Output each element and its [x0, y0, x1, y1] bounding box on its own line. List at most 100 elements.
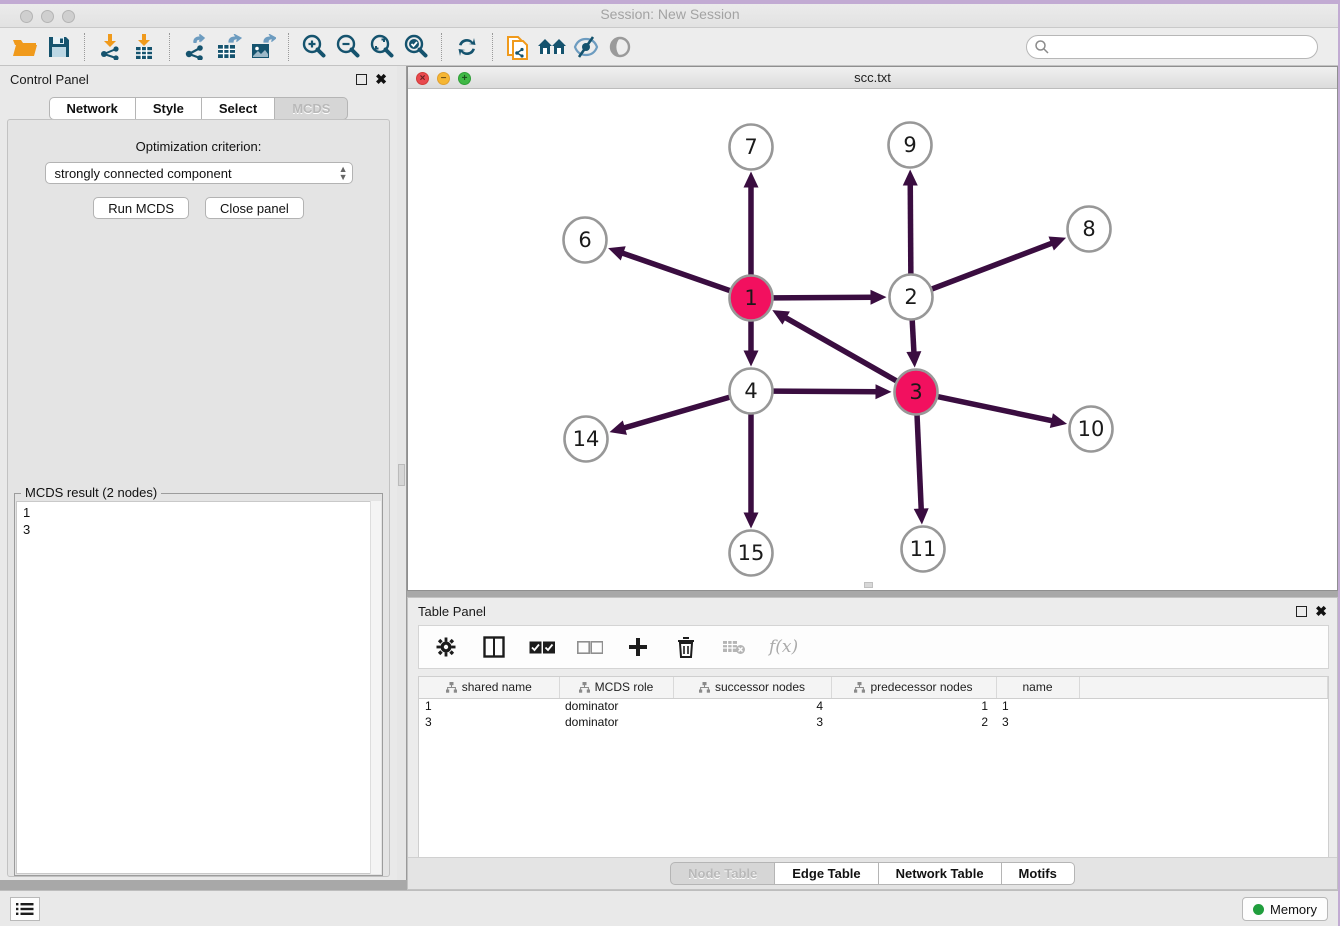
import-table-icon[interactable] [127, 31, 161, 63]
zoom-in-icon[interactable] [297, 31, 331, 63]
graph-node-label: 3 [909, 380, 922, 404]
tab-select[interactable]: Select [202, 97, 275, 120]
open-session-icon[interactable] [8, 31, 42, 63]
edge-arrowhead [744, 513, 759, 529]
float-table-panel-icon[interactable] [1296, 606, 1307, 617]
network-window-titlebar[interactable]: × − + scc.txt [408, 67, 1337, 89]
graph-edge[interactable] [912, 319, 914, 355]
list-icon [16, 902, 34, 916]
network-maximize-button[interactable]: + [458, 72, 471, 85]
zoom-selected-icon[interactable] [399, 31, 433, 63]
optimization-criterion-dropdown[interactable]: strongly connected component ▲▼ [45, 162, 353, 184]
graph-edge[interactable] [621, 397, 729, 429]
column-header[interactable]: shared name [419, 677, 559, 698]
clone-network-icon[interactable] [501, 31, 535, 63]
birds-eye-view-icon[interactable] [603, 31, 637, 63]
graph-edge[interactable] [938, 397, 1055, 422]
export-network-icon[interactable] [178, 31, 212, 63]
graph-edge[interactable] [910, 181, 911, 274]
export-table-icon[interactable] [212, 31, 246, 63]
deselect-all-icon[interactable] [577, 634, 603, 660]
control-panel-tabs: Network Style Select MCDS [0, 97, 397, 120]
graph-edge[interactable] [619, 252, 729, 291]
node-table[interactable]: shared nameMCDS rolesuccessor nodesprede… [418, 676, 1329, 858]
tab-network-table[interactable]: Network Table [879, 862, 1002, 885]
table-cell[interactable]: 1 [419, 698, 559, 714]
toolbar-separator [169, 33, 170, 61]
close-panel-icon[interactable]: ✖ [375, 74, 387, 85]
mcds-result-list[interactable]: 13 [16, 501, 381, 874]
zoom-fit-icon[interactable] [365, 31, 399, 63]
table-cell[interactable]: dominator [559, 714, 673, 730]
splitter-handle[interactable] [398, 464, 405, 486]
network-overview-icon[interactable] [535, 31, 569, 63]
search-input[interactable] [1050, 37, 1317, 57]
tab-network[interactable]: Network [49, 97, 136, 120]
add-column-icon[interactable] [625, 634, 651, 660]
mcds-panel: Optimization criterion: strongly connect… [7, 119, 390, 877]
save-session-icon[interactable] [42, 31, 76, 63]
hierarchy-icon [446, 682, 457, 693]
dropdown-value: strongly connected component [55, 166, 232, 181]
table-row[interactable]: 1dominator411 [419, 698, 1328, 714]
table-cell[interactable]: 3 [996, 714, 1079, 730]
table-cell[interactable]: 3 [673, 714, 831, 730]
table-cell[interactable]: 3 [419, 714, 559, 730]
table-cell[interactable]: 4 [673, 698, 831, 714]
network-graph[interactable]: 1234678910111415 [408, 89, 1337, 590]
graph-node-label: 2 [904, 285, 917, 309]
close-table-panel-icon[interactable]: ✖ [1315, 606, 1327, 617]
zoom-out-icon[interactable] [331, 31, 365, 63]
tab-style[interactable]: Style [136, 97, 202, 120]
search-box[interactable] [1026, 35, 1318, 59]
control-panel: Control Panel ✖ Network Style Select MCD… [0, 66, 397, 880]
run-mcds-button[interactable]: Run MCDS [93, 197, 189, 219]
toolbar-separator [288, 33, 289, 61]
tab-motifs[interactable]: Motifs [1002, 862, 1075, 885]
graph-edge[interactable] [773, 391, 879, 392]
panel-splitter[interactable] [397, 66, 407, 880]
network-splitter-handle[interactable] [864, 582, 873, 588]
table-tabs: Node Table Edge Table Network Table Moti… [408, 862, 1337, 885]
delete-column-icon[interactable] [673, 634, 699, 660]
edge-arrowhead [875, 384, 891, 399]
task-history-button[interactable] [10, 897, 40, 921]
column-header[interactable]: name [996, 677, 1079, 698]
close-panel-button[interactable]: Close panel [205, 197, 304, 219]
edge-arrowhead [744, 351, 759, 367]
network-close-button[interactable]: × [416, 72, 429, 85]
result-scrollbar[interactable] [370, 501, 381, 874]
import-network-icon[interactable] [93, 31, 127, 63]
graph-edge[interactable] [773, 297, 874, 298]
column-header[interactable]: successor nodes [673, 677, 831, 698]
memory-status-icon [1253, 904, 1264, 915]
column-header[interactable]: MCDS role [559, 677, 673, 698]
select-all-checked-icon[interactable] [529, 634, 555, 660]
edge-arrowhead [914, 508, 929, 524]
network-minimize-button[interactable]: − [437, 72, 450, 85]
graph-edge[interactable] [783, 316, 897, 381]
graph-edge[interactable] [932, 242, 1055, 289]
mcds-result-box: MCDS result (2 nodes) 13 [14, 493, 383, 876]
table-cell[interactable]: 2 [831, 714, 996, 730]
table-cell[interactable]: dominator [559, 698, 673, 714]
network-canvas[interactable]: 1234678910111415 [408, 89, 1337, 590]
tab-edge-table[interactable]: Edge Table [775, 862, 878, 885]
tab-mcds[interactable]: MCDS [275, 97, 348, 120]
export-image-icon[interactable] [246, 31, 280, 63]
column-header[interactable]: predecessor nodes [831, 677, 996, 698]
table-row[interactable]: 3dominator323 [419, 714, 1328, 730]
memory-button[interactable]: Memory [1242, 897, 1328, 921]
column-layout-icon[interactable] [481, 634, 507, 660]
float-panel-icon[interactable] [356, 74, 367, 85]
tab-node-table[interactable]: Node Table [670, 862, 775, 885]
hierarchy-icon [579, 682, 590, 693]
table-cell[interactable]: 1 [831, 698, 996, 714]
refresh-view-icon[interactable] [450, 31, 484, 63]
hide-graphics-details-icon[interactable] [569, 31, 603, 63]
settings-gear-icon[interactable] [433, 634, 459, 660]
chevron-updown-icon: ▲▼ [339, 165, 348, 181]
graph-edge[interactable] [917, 414, 921, 512]
toolbar-separator [84, 33, 85, 61]
table-cell[interactable]: 1 [996, 698, 1079, 714]
